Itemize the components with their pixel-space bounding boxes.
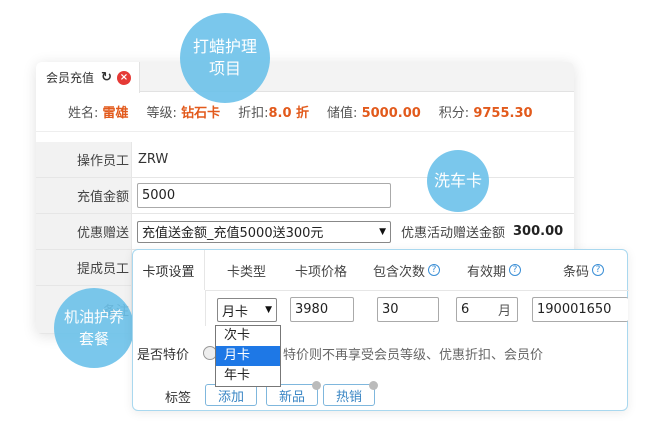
operator-value: ZRW [138,152,169,167]
special-price-note: 特价则不再享受会员等级、优惠折扣、会员价 [283,348,544,363]
times-input[interactable]: 30 [377,297,439,322]
member-balance: 储值: 5000.00 [327,106,421,121]
tab-member-recharge[interactable]: 会员充值 ↻ × [36,62,140,93]
header-card-price: 卡项价格 [295,264,348,280]
validity-value: 6 [461,302,470,317]
promo-select-value: 充值送金额_充值5000送300元 [142,226,324,241]
card-price-input[interactable]: 3980 [290,297,354,322]
tag-remove-icon[interactable] [312,381,321,390]
bubble-oil-package: 机油护养 套餐 [54,288,134,368]
card-type-select[interactable]: 月卡 ▼ [217,298,277,322]
add-tag-button[interactable]: 添加 [205,384,257,406]
bubble-wax-care: 打蜡护理 项目 [180,13,270,103]
barcode-input[interactable]: 190001650 [532,297,628,322]
refresh-icon[interactable]: ↻ [101,70,112,85]
dropdown-arrow-icon: ▼ [379,226,386,237]
validity-input[interactable]: 6 月 [456,297,518,322]
option-year-card[interactable]: 年卡 [216,366,280,386]
amount-label: 充值金额 [36,178,132,213]
amount-input[interactable]: 5000 [137,183,391,208]
header-card-type: 卡类型 [227,264,267,280]
promo-amount-value: 300.00 [513,224,564,239]
option-month-card[interactable]: 月卡 [216,346,280,366]
card-settings-panel: 卡项设置 卡类型 卡项价格 包含次数? 有效期? 条码? 月卡 ▼ 3980 3… [132,249,629,411]
help-icon[interactable]: ? [592,264,605,276]
promo-select[interactable]: 充值送金额_充值5000送300元 ▼ [137,220,391,243]
promo-amount-label: 优惠活动赠送金额 [401,226,506,241]
operator-row: 操作员工 ZRW [36,142,574,178]
divider [205,290,206,326]
validity-unit: 月 [497,304,511,319]
option-times-card[interactable]: 次卡 [216,326,280,346]
dropdown-arrow-icon: ▼ [265,305,272,315]
card-type-value: 月卡 [222,304,249,320]
divider [205,290,629,291]
member-level: 等级: 钻石卡 [146,106,221,121]
bubble-car-wash: 洗车卡 [427,150,489,212]
promo-row: 优惠赠送 充值送金额_充值5000送300元 ▼ 优惠活动赠送金额 300.00 [36,214,574,250]
tab-bar: 会员充值 ↻ × [36,62,574,93]
header-validity: 有效期? [467,250,522,290]
card-section-label: 卡项设置 [133,250,205,290]
card-type-dropdown: 次卡 月卡 年卡 [215,325,281,387]
header-times: 包含次数? [373,250,441,290]
tag-remove-icon[interactable] [369,381,378,390]
member-points: 积分: 9755.30 [438,106,533,121]
tag-new[interactable]: 新品 [266,381,321,406]
promo-label: 优惠赠送 [36,214,132,249]
close-icon[interactable]: × [116,70,131,85]
help-icon[interactable]: ? [428,264,441,276]
member-info-row: 姓名: 雷雄 等级: 钻石卡 折扣:8.0 折 储值: 5000.00 积分: … [36,92,574,132]
amount-row: 充值金额 5000 [36,178,574,214]
operator-label: 操作员工 [36,142,132,177]
tag-hot[interactable]: 热销 [323,381,378,406]
tab-label: 会员充值 [46,71,95,85]
help-icon[interactable]: ? [509,264,522,276]
tags-label: 标签 [165,391,192,406]
commission-label: 提成员工 [36,250,132,285]
special-price-label: 是否特价 [137,348,190,363]
header-barcode: 条码? [563,250,605,290]
member-name: 姓名: 雷雄 [68,106,129,121]
member-discount: 折扣:8.0 折 [238,106,310,121]
